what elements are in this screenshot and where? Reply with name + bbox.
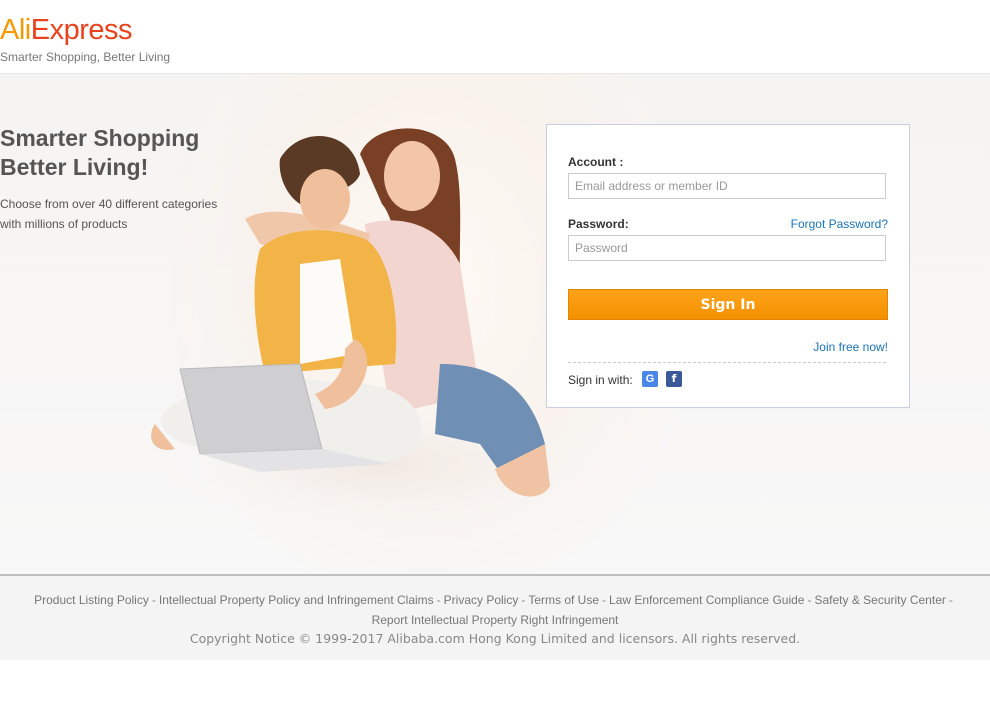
site-header: AliExpress Smarter Shopping, Better Livi… [0,0,990,74]
footer-separator: - [807,593,812,607]
account-label: Account : [568,155,624,169]
aliexpress-logo[interactable]: AliExpress [0,14,133,46]
footer-link-privacy-policy[interactable]: Privacy Policy [444,593,519,607]
footer-link-report-ip-infringement[interactable]: Report Intellectual Property Right Infri… [372,613,619,627]
divider [568,362,886,363]
hero-desc-line2: with millions of products [0,217,128,231]
copyright-notice: Copyright Notice © 1999-2017 Alibaba.com… [189,631,801,646]
footer-link-ip-policy[interactable]: Intellectual Property Policy and Infring… [159,593,434,607]
hero-title-line2: Better Living! [0,154,149,180]
logo-part-express: Express [30,14,133,46]
forgot-password-link[interactable]: Forgot Password? [791,217,888,231]
google-icon[interactable]: G [642,371,658,387]
facebook-icon[interactable]: f [666,371,682,387]
footer-separator: - [948,593,953,607]
account-input[interactable] [568,173,886,199]
footer-separator: - [436,593,441,607]
join-free-link[interactable]: Join free now! [813,340,888,354]
footer-separator: - [151,593,156,607]
hero-banner: Smarter Shopping Better Living! Choose f… [0,74,990,574]
login-panel: Account : Password: Forgot Password? Sig… [546,124,910,408]
footer-links: Product Listing Policy - Intellectual Prop… [0,590,990,630]
couple-with-laptop-image [150,128,600,534]
header-tagline: Smarter Shopping, Better Living [0,50,171,64]
site-footer: Product Listing Policy - Intellectual Prop… [0,574,990,660]
footer-link-law-enforcement[interactable]: Law Enforcement Compliance Guide [609,593,804,607]
password-label: Password: [568,217,629,231]
sign-in-button[interactable]: Sign In [568,289,888,320]
password-input[interactable] [568,235,886,261]
footer-link-product-listing-policy[interactable]: Product Listing Policy [34,593,149,607]
sign-in-with-label: Sign in with: [568,373,633,387]
footer-link-safety-security[interactable]: Safety & Security Center [814,593,945,607]
logo-part-ali: Ali [0,14,31,46]
footer-separator: - [602,593,607,607]
footer-link-terms-of-use[interactable]: Terms of Use [528,593,599,607]
footer-separator: - [521,593,526,607]
